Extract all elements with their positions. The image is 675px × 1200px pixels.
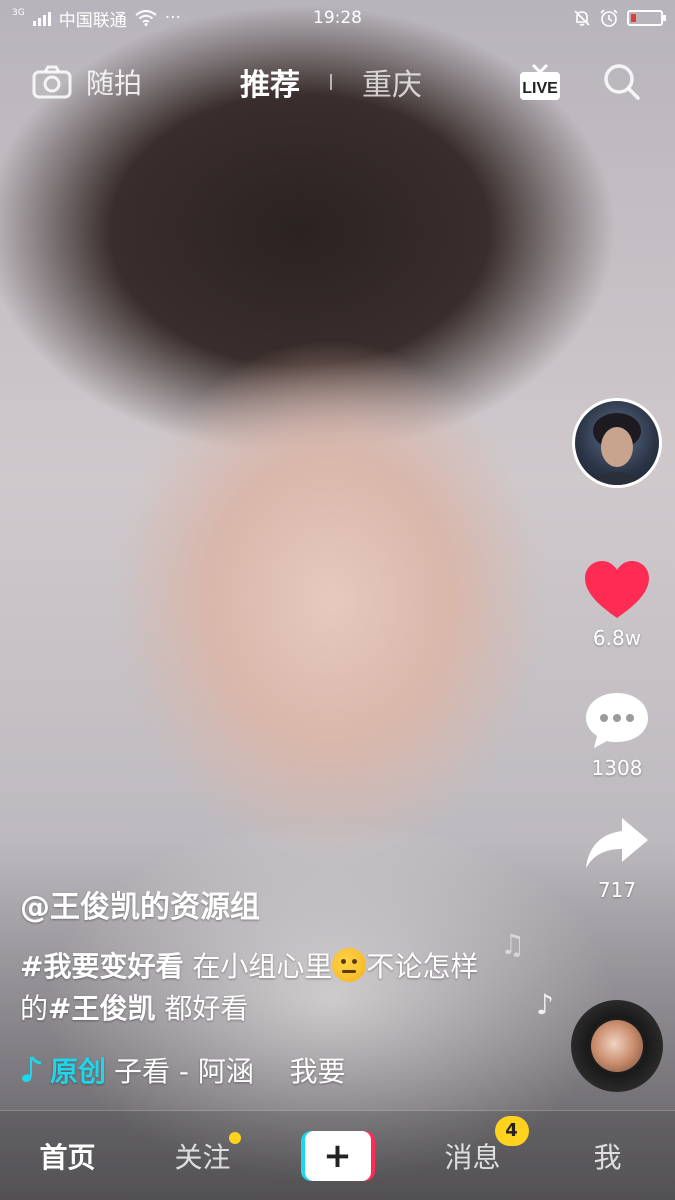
signal-icon [32,10,51,26]
floating-note-icon: ♫ [500,928,526,961]
camera-shortcut[interactable]: 随拍 [32,62,142,102]
hashtag-link[interactable]: #我要变好看 [20,950,183,983]
share-action[interactable]: 717 [584,816,650,902]
floating-note-icon: ♪ [536,988,554,1021]
author-name[interactable]: @王俊凯的资源组 [20,882,500,926]
status-time: 19:28 [313,8,362,28]
follow-new-dot [228,1131,241,1144]
description-text: 都好看 [155,992,249,1025]
tab-me[interactable]: 我 [548,1136,668,1176]
comment-icon[interactable] [584,690,650,750]
author-avatar[interactable] [572,398,662,488]
feed-tabs: 推荐 重庆 [240,60,422,104]
carrier-name: 中国联通 [58,10,127,31]
heart-icon[interactable] [583,560,651,620]
tab-messages[interactable]: 消息 4 [413,1115,533,1176]
tab-home[interactable]: 首页 [8,1136,128,1176]
bottom-tabbar: 首页 关注 + 消息 4 我 [0,1110,675,1200]
live-icon[interactable]: LIVE [519,62,561,102]
tab-follow-label[interactable]: 关注 [174,1141,230,1174]
search-icon[interactable] [603,63,641,101]
nav-right: LIVE [519,62,641,102]
comment-count: 1308 [591,756,643,780]
create-video-button[interactable]: + [278,1130,398,1181]
tab-recommend[interactable]: 推荐 [240,60,300,104]
battery-icon [627,10,666,26]
video-caption: @王俊凯的资源组 #我要变好看 在小组心里 不论怎样的#王俊凯 都好看 [20,882,500,1030]
comment-action[interactable]: 1308 [584,690,650,780]
share-count: 717 [597,878,637,902]
action-column: 6.8w 1308 717 [571,398,663,902]
like-action[interactable]: 6.8w [583,560,651,650]
status-right [573,8,666,28]
tab-messages-label[interactable]: 消息 [444,1141,500,1174]
avatar-image [589,413,645,485]
camera-label[interactable]: 随拍 [86,62,142,102]
network-type: 3G [12,8,25,18]
like-count: 6.8w [592,626,642,650]
music-row[interactable]: 原创 子看 - 阿涵 我要 [20,1050,346,1090]
hashtag-link[interactable]: #王俊凯 [48,992,155,1025]
wifi-icon [135,10,157,26]
top-nav: 随拍 推荐 重庆 LIVE [0,50,675,114]
status-left: 3G 中国联通 ··· [12,6,181,31]
original-sound-tag[interactable]: 原创 [50,1050,106,1090]
tab-follow[interactable]: 关注 [143,1131,263,1176]
tab-separator [330,74,332,90]
description-text: 在小组心里 [183,950,333,983]
alarm-icon [600,9,618,27]
camera-icon[interactable] [32,65,72,99]
thinking-emoji-icon [332,948,367,982]
battery-level-fill [631,14,637,22]
music-cover [591,1020,643,1072]
music-disc[interactable] [571,1000,663,1092]
messages-badge: 4 [494,1115,529,1146]
more-status-icon: ··· [164,8,181,28]
music-title[interactable]: 子看 - 阿涵 我要 [114,1050,346,1090]
music-note-icon [21,1056,42,1083]
plus-icon[interactable]: + [300,1130,375,1181]
live-label: LIVE [522,80,558,97]
mute-bell-icon [574,10,590,26]
status-bar: 3G 中国联通 ··· 19:28 [0,0,675,36]
video-description: #我要变好看 在小组心里 不论怎样的#王俊凯 都好看 [20,946,490,1030]
tab-local-city[interactable]: 重庆 [362,60,422,104]
share-icon[interactable] [584,816,650,872]
